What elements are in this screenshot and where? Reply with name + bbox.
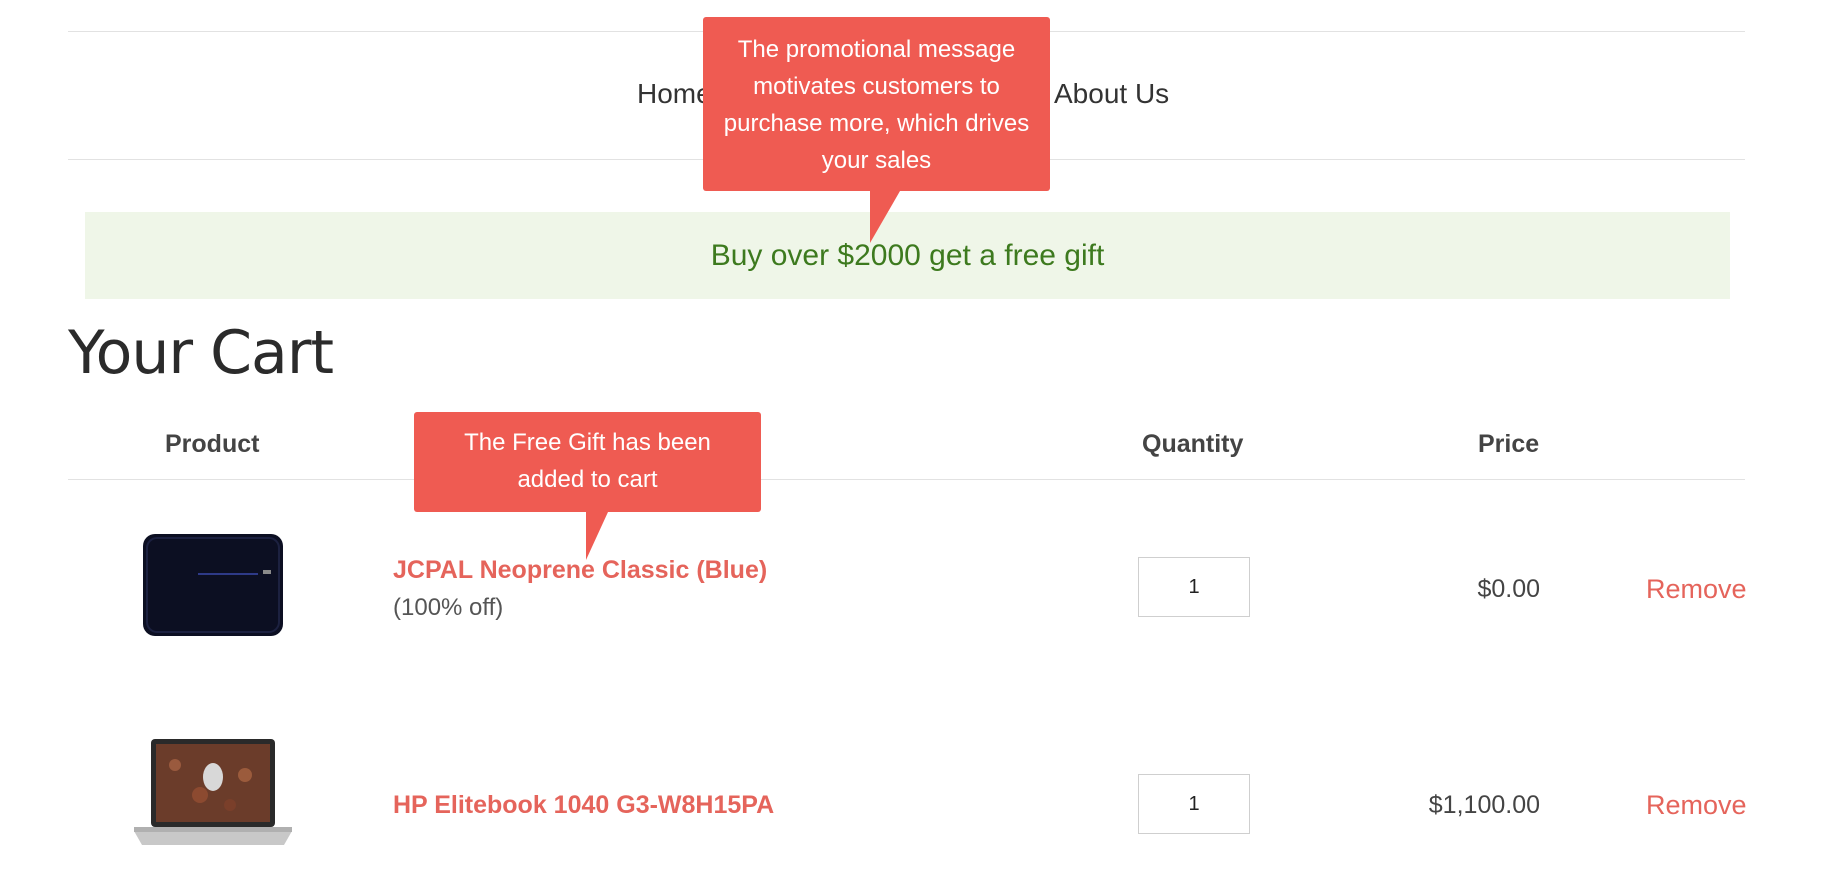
gift-callout-arrow xyxy=(586,512,608,560)
column-header-product: Product xyxy=(165,430,260,458)
quantity-input[interactable] xyxy=(1138,774,1250,834)
promo-callout-arrow xyxy=(870,191,900,243)
quantity-input[interactable] xyxy=(1138,557,1250,617)
gift-callout-text: The Free Gift has been added to cart xyxy=(464,429,711,493)
column-header-price: Price xyxy=(1478,430,1540,458)
table-header-divider xyxy=(68,479,1745,480)
laptop-image[interactable] xyxy=(130,735,296,855)
promo-banner-text: Buy over $2000 get a free gift xyxy=(710,238,1105,272)
nav-home-link[interactable]: Home xyxy=(637,78,712,110)
product-name-link[interactable]: JCPAL Neoprene Classic (Blue) xyxy=(393,556,767,585)
nav-about-us-link[interactable]: About Us xyxy=(1054,78,1169,110)
laptop-sleeve-image[interactable] xyxy=(138,530,288,640)
promo-callout-text: The promotional message motivates custom… xyxy=(723,36,1030,174)
product-name-link[interactable]: HP Elitebook 1040 G3-W8H15PA xyxy=(393,791,774,820)
promo-banner: Buy over $2000 get a free gift xyxy=(85,212,1730,299)
item-price: $0.00 xyxy=(1477,575,1540,603)
product-discount: (100% off) xyxy=(393,594,504,621)
gift-callout-tooltip: The Free Gift has been added to cart xyxy=(414,412,761,512)
remove-item-link[interactable]: Remove xyxy=(1646,574,1747,605)
remove-item-link[interactable]: Remove xyxy=(1646,790,1747,821)
promo-callout-tooltip: The promotional message motivates custom… xyxy=(703,17,1050,191)
item-price: $1,100.00 xyxy=(1428,791,1540,819)
column-header-quantity: Quantity xyxy=(1142,430,1244,458)
page-title: Your Cart xyxy=(68,318,334,388)
